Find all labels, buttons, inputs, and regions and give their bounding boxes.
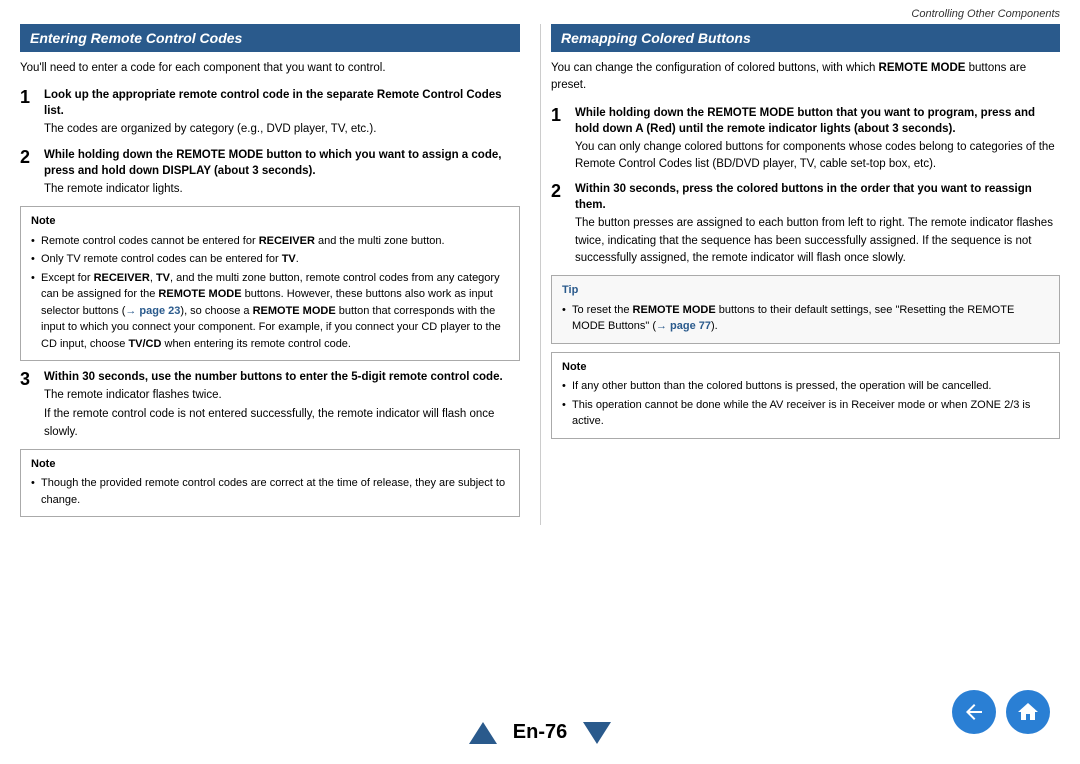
section-title: Controlling Other Components <box>911 8 1060 20</box>
step-1-title: Look up the appropriate remote control c… <box>44 87 520 119</box>
left-column: Entering Remote Control Codes You'll nee… <box>20 24 540 525</box>
step-2-desc: The remote indicator lights. <box>44 181 520 198</box>
right-step-number-1: 1 <box>551 105 567 174</box>
left-note-1-item-1: Remote control codes cannot be entered f… <box>31 233 509 250</box>
content-area: Entering Remote Control Codes You'll nee… <box>0 24 1080 525</box>
right-note-list: If any other button than the colored but… <box>562 378 1049 430</box>
prev-page-button[interactable] <box>469 722 497 744</box>
home-icon <box>1016 700 1040 724</box>
right-tip-list: To reset the REMOTE MODE buttons to thei… <box>562 302 1049 335</box>
step-1-desc: The codes are organized by category (e.g… <box>44 121 520 138</box>
step-3-content: Within 30 seconds, use the number button… <box>44 369 520 441</box>
right-step-2-title: Within 30 seconds, press the colored but… <box>575 181 1060 213</box>
step-number-2: 2 <box>20 147 36 198</box>
right-step-1-title: While holding down the REMOTE MODE butto… <box>575 105 1060 137</box>
step-2-content: While holding down the REMOTE MODE butto… <box>44 147 520 198</box>
page-footer: En-76 <box>0 721 1080 744</box>
back-arrow-icon <box>962 700 986 724</box>
left-step-1: 1 Look up the appropriate remote control… <box>20 87 520 138</box>
next-page-button[interactable] <box>583 722 611 744</box>
right-step-1-content: While holding down the REMOTE MODE butto… <box>575 105 1060 174</box>
right-note-title: Note <box>562 359 1049 376</box>
left-note-2-list: Though the provided remote control codes… <box>31 475 509 508</box>
left-step-2: 2 While holding down the REMOTE MODE but… <box>20 147 520 198</box>
page-number: En-76 <box>513 721 567 744</box>
footer-nav-right <box>952 690 1050 734</box>
left-section-header: Entering Remote Control Codes <box>20 24 520 52</box>
home-button[interactable] <box>1006 690 1050 734</box>
left-note-1: Note Remote control codes cannot be ente… <box>20 206 520 361</box>
right-section-header: Remapping Colored Buttons <box>551 24 1060 52</box>
right-note-item-2: This operation cannot be done while the … <box>562 397 1049 430</box>
right-step-2: 2 Within 30 seconds, press the colored b… <box>551 181 1060 267</box>
right-note: Note If any other button than the colore… <box>551 352 1060 439</box>
right-step-1: 1 While holding down the REMOTE MODE but… <box>551 105 1060 174</box>
footer-page-nav: En-76 <box>469 721 611 744</box>
right-step-2-desc: The button presses are assigned to each … <box>575 215 1060 267</box>
left-note-2-item-1: Though the provided remote control codes… <box>31 475 509 508</box>
left-section-intro: You'll need to enter a code for each com… <box>20 60 520 77</box>
step-1-content: Look up the appropriate remote control c… <box>44 87 520 138</box>
right-step-1-desc: You can only change colored buttons for … <box>575 139 1060 174</box>
step-number-1: 1 <box>20 87 36 138</box>
right-step-2-content: Within 30 seconds, press the colored but… <box>575 181 1060 267</box>
right-column: Remapping Colored Buttons You can change… <box>540 24 1060 525</box>
step-number-3: 3 <box>20 369 36 441</box>
step-3-desc-2: If the remote control code is not entere… <box>44 406 520 441</box>
left-note-1-item-3: Except for RECEIVER, TV, and the multi z… <box>31 270 509 353</box>
right-section-intro: You can change the configuration of colo… <box>551 60 1060 95</box>
step-3-title: Within 30 seconds, use the number button… <box>44 369 520 385</box>
right-step-number-2: 2 <box>551 181 567 267</box>
left-note-1-list: Remote control codes cannot be entered f… <box>31 233 509 353</box>
right-tip-item-1: To reset the REMOTE MODE buttons to thei… <box>562 302 1049 335</box>
right-note-item-1: If any other button than the colored but… <box>562 378 1049 395</box>
left-step-3: 3 Within 30 seconds, use the number butt… <box>20 369 520 441</box>
left-note-1-title: Note <box>31 213 509 230</box>
step-3-desc-1: The remote indicator flashes twice. <box>44 387 520 404</box>
back-button[interactable] <box>952 690 996 734</box>
page-header: Controlling Other Components <box>0 0 1080 24</box>
right-tip: Tip To reset the REMOTE MODE buttons to … <box>551 275 1060 344</box>
right-tip-title: Tip <box>562 282 1049 299</box>
step-2-title: While holding down the REMOTE MODE butto… <box>44 147 520 179</box>
left-note-1-item-2: Only TV remote control codes can be ente… <box>31 251 509 268</box>
left-note-2: Note Though the provided remote control … <box>20 449 520 518</box>
left-note-2-title: Note <box>31 456 509 473</box>
